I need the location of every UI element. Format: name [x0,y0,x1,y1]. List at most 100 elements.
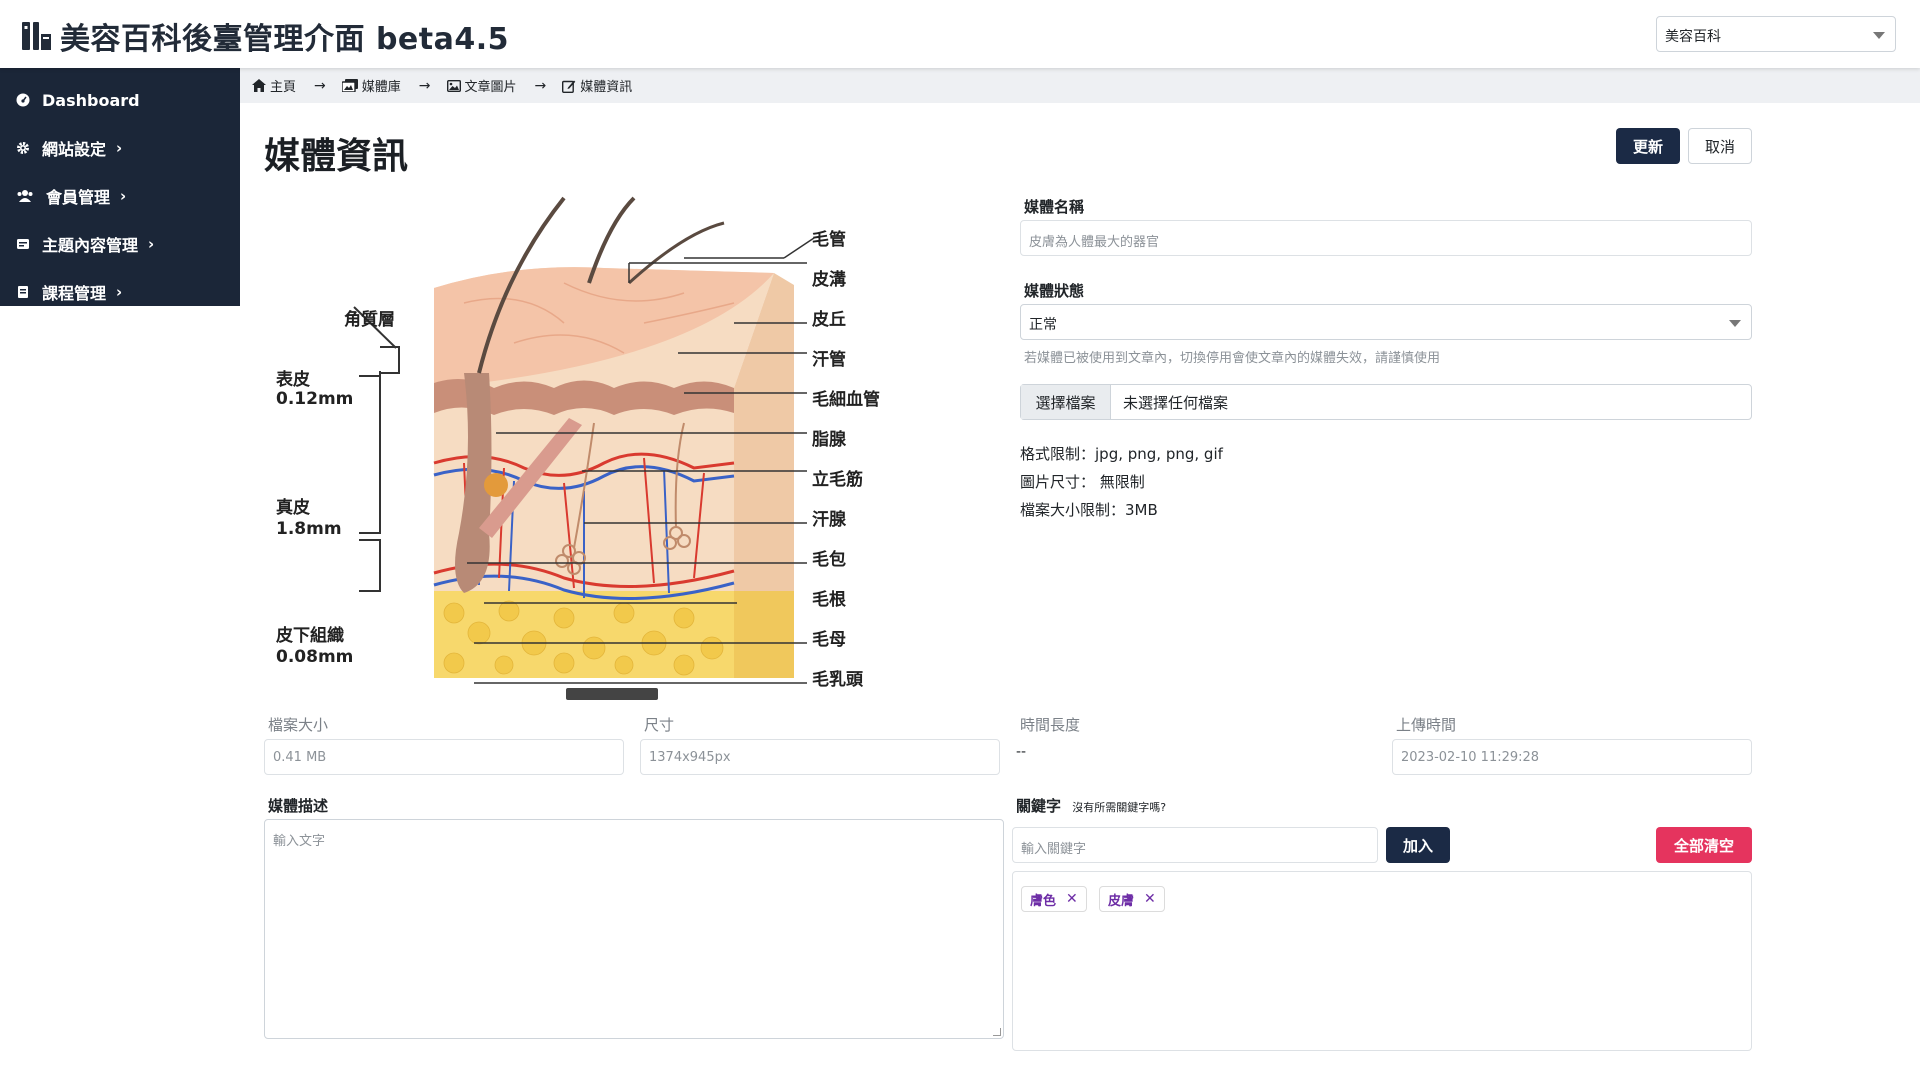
keyword-tag: 皮膚 ✕ [1099,886,1165,912]
keyword-tag: 膚色 ✕ [1021,886,1087,912]
media-name-input[interactable]: 皮膚為人體最大的器官 [1020,220,1752,256]
description-textarea[interactable]: 輸入文字 [264,819,1004,1039]
resize-handle-icon[interactable] [993,1028,1001,1036]
sidebar-item-label: 課程管理 [42,284,107,303]
format-limit-text: 格式限制：jpg, png, png, gif [1020,445,1223,463]
diagram-label-right: 汗管 [812,350,846,370]
site-select-value: 美容百科 [1665,29,1721,45]
site-select[interactable]: 美容百科 [1656,16,1896,52]
users-icon [16,189,34,203]
diagram-label-right: 毛乳頭 [812,670,863,690]
keywords-label: 關鍵字 沒有所需關鍵字嗎? [1016,795,1166,816]
keyword-tag-label: 膚色 [1030,893,1057,909]
sidebar-item-label: 主題內容管理 [42,236,139,255]
chevron-right-icon: › [116,139,123,157]
diagram-label-right: 皮溝 [812,270,846,290]
sidebar: Dashboard 網站設定 › 會員管理 › 主題內容管理 › 課程管理 › [0,68,240,306]
chevron-right-icon: › [148,235,155,253]
dimension-field: 1374x945px [640,739,1000,775]
breadcrumb-article-images[interactable]: 文章圖片 [446,76,517,95]
arrow-right-icon: → [534,77,547,94]
images-icon [341,79,358,92]
file-picker[interactable]: 選擇檔案 未選擇任何檔案 [1020,384,1752,420]
diagram-label-dermis-thickness: 1.8mm [276,519,342,539]
file-size-field: 0.41 MB [264,739,624,775]
sidebar-item-courses[interactable]: 課程管理 › [0,268,240,316]
image-size-text: 圖片尺寸： 無限制 [1020,473,1145,491]
diagram-label-right: 立毛筋 [812,470,863,490]
home-icon [252,79,266,92]
breadcrumb-label: 主頁 [270,80,297,95]
sidebar-item-dashboard[interactable]: Dashboard [0,76,240,124]
file-size-limit-text: 檔案大小限制：3MB [1020,501,1158,519]
breadcrumb-label: 媒體資訊 [580,80,633,95]
keyword-input[interactable]: 輸入關鍵字 [1012,827,1378,863]
duration-label: 時間長度 [1020,716,1081,734]
gear-icon [16,141,30,155]
book-icon [16,285,30,299]
chevron-right-icon: › [120,187,127,205]
image-viewer-toolbar[interactable] [566,688,658,700]
skin-diagram-image [353,196,815,684]
diagram-label-right: 汗腺 [812,510,846,530]
diagram-label-stratum-corneum: 角質層 [344,310,395,330]
brand[interactable]: 美容百科後臺管理介面 beta4.5 [22,14,509,58]
sidebar-item-site-settings[interactable]: 網站設定 › [0,124,240,172]
app-title: 美容百科後臺管理介面 beta4.5 [60,22,509,57]
sidebar-item-members[interactable]: 會員管理 › [0,172,240,220]
breadcrumb-label: 媒體庫 [361,80,401,95]
diagram-label-right: 毛管 [812,230,846,250]
diagram-label-dermis: 真皮 [276,498,310,518]
breadcrumb-label: 文章圖片 [464,80,517,95]
breadcrumb-media-library[interactable]: 媒體庫 [341,76,401,95]
clear-all-button[interactable]: 全部清空 [1656,827,1752,863]
arrow-right-icon: → [418,77,431,94]
sidebar-item-content[interactable]: 主題內容管理 › [0,220,240,268]
breadcrumb-home[interactable]: 主頁 [252,76,296,95]
duration-value: -- [1016,744,1027,760]
media-name-label: 媒體名稱 [1024,198,1085,216]
diagram-label-subcutaneous: 皮下組織 [276,626,344,646]
media-status-value: 正常 [1029,317,1057,333]
diagram-label-subcutaneous-thickness: 0.08mm [276,647,354,667]
sidebar-item-label: 網站設定 [42,140,107,159]
top-bar: 美容百科後臺管理介面 beta4.5 美容百科 [0,0,1920,68]
edit-icon [562,79,576,93]
media-image-preview: 角質層 表皮 0.12mm 真皮 1.8mm 皮下組織 0.08mm 毛管 皮溝… [264,193,996,695]
chevron-right-icon: › [116,283,123,301]
description-label: 媒體描述 [268,797,329,815]
diagram-label-right: 毛根 [812,590,846,610]
upload-time-field: 2023-02-10 11:29:28 [1392,739,1752,775]
chevron-down-icon [1873,32,1885,39]
upload-time-label: 上傳時間 [1396,716,1457,734]
file-name-display: 未選擇任何檔案 [1123,393,1229,412]
diagram-label-epidermis: 表皮 [276,370,310,390]
page-title: 媒體資訊 [264,136,409,177]
media-status-select[interactable]: 正常 [1020,304,1752,340]
file-size-label: 檔案大小 [268,716,329,734]
dimension-label: 尺寸 [644,716,675,734]
cancel-button[interactable]: 取消 [1688,128,1752,164]
diagram-label-right: 毛母 [812,630,846,650]
keywords-help-link[interactable]: 沒有所需關鍵字嗎? [1072,801,1166,814]
media-status-hint: 若媒體已被使用到文章內，切換停用會使文章內的媒體失效，請謹慎使用 [1024,351,1441,366]
breadcrumb: 主頁 → 媒體庫 → 文章圖片 → 媒體資訊 [240,68,1920,103]
add-keyword-button[interactable]: 加入 [1386,827,1450,863]
description-placeholder: 輸入文字 [273,834,326,849]
arrow-right-icon: → [314,77,326,94]
keyword-tag-label: 皮膚 [1108,893,1135,909]
diagram-label-right: 脂腺 [812,430,846,450]
content-icon [16,237,30,251]
diagram-label-right: 皮丘 [812,310,846,330]
update-button[interactable]: 更新 [1616,128,1680,164]
diagram-label-right: 毛細血管 [812,390,880,410]
remove-tag-icon[interactable]: ✕ [1066,891,1078,907]
diagram-label-epidermis-thickness: 0.12mm [276,389,354,409]
remove-tag-icon[interactable]: ✕ [1144,891,1156,907]
image-icon [446,79,461,92]
chevron-down-icon [1729,320,1741,327]
choose-file-button[interactable]: 選擇檔案 [1021,385,1111,419]
keyword-tags-box: 膚色 ✕ 皮膚 ✕ [1012,871,1752,1051]
breadcrumb-media-info: 媒體資訊 [562,76,632,95]
diagram-label-right: 毛包 [812,550,846,570]
